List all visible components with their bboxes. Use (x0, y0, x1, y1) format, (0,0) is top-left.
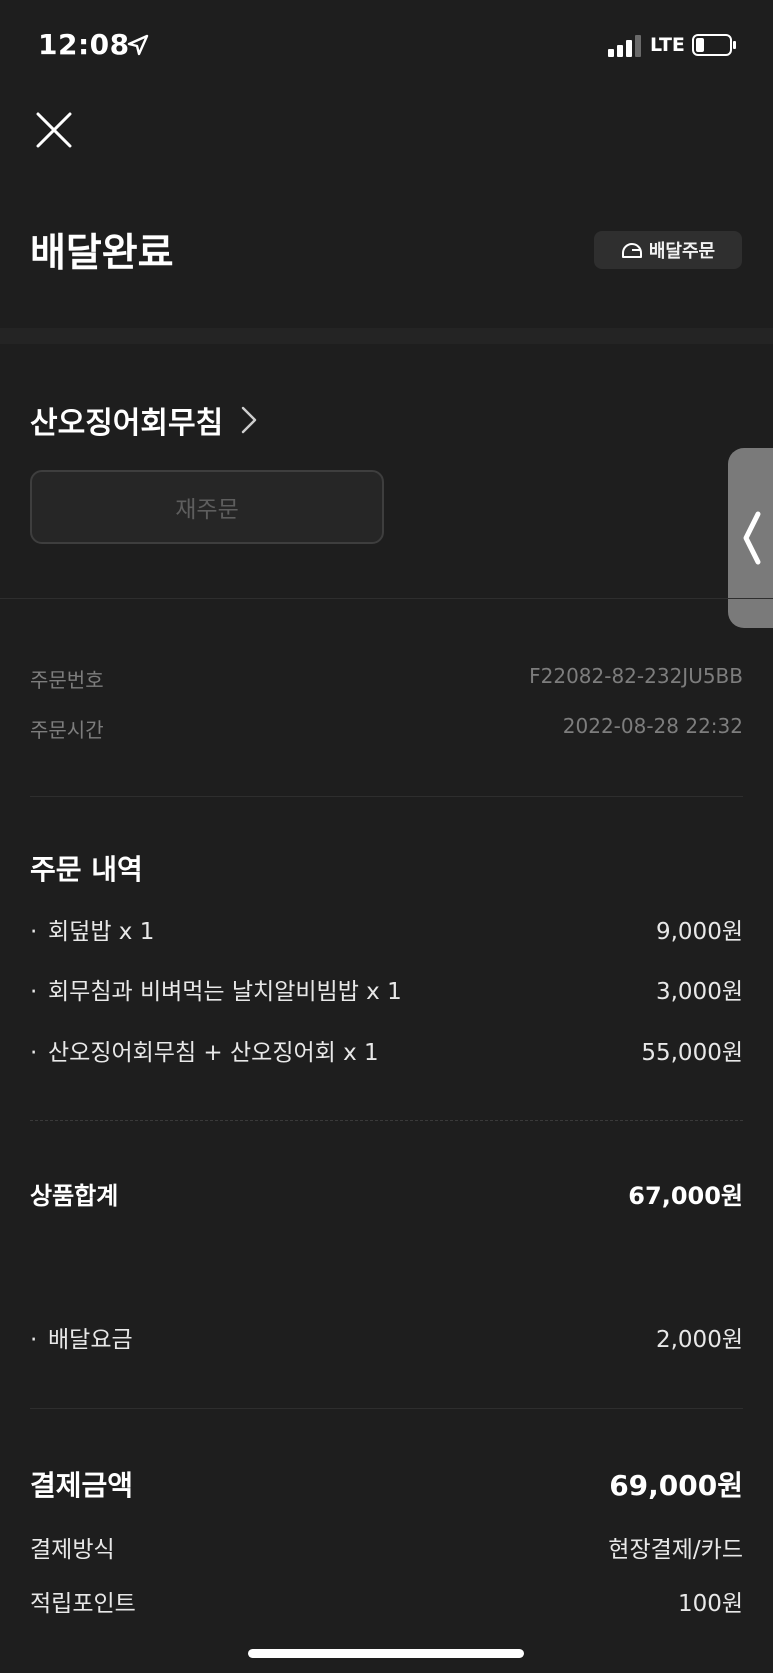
delivery-fee-row: · 배달요금 2,000원 (30, 1320, 743, 1354)
battery-icon (692, 34, 736, 56)
divider (30, 1408, 743, 1409)
points-label: 적립포인트 (30, 1591, 136, 1617)
payment-method-row: 결제방식 현장결제/카드 (30, 1530, 743, 1564)
bullet: · (30, 919, 38, 945)
item-price: 55,000원 (641, 1040, 743, 1066)
item-price: 9,000원 (655, 919, 743, 945)
home-indicator[interactable] (248, 1649, 524, 1658)
item-name: 회덮밥 x 1 (48, 919, 155, 945)
payment-method-value: 현장결제/카드 (608, 1537, 743, 1563)
subtotal-value: 67,000원 (628, 1182, 743, 1210)
network-type: LTE (650, 34, 685, 56)
item-name: 회무침과 비벼먹는 날치알비빔밥 x 1 (48, 979, 402, 1005)
helmet-icon (621, 243, 642, 258)
bullet: · (30, 1327, 38, 1353)
dashed-divider (30, 1120, 743, 1121)
order-number-value: F22082-82-232JU5BB (529, 664, 743, 688)
list-item: · 산오징어회무침 + 산오징어회 x 1 55,000원 (30, 1033, 743, 1067)
subtotal-label: 상품합계 (30, 1182, 119, 1210)
payment-method-label: 결제방식 (30, 1537, 115, 1563)
page-title: 배달완료 (30, 231, 174, 276)
status-time: 12:08 (38, 28, 130, 61)
list-item: · 회덮밥 x 1 9,000원 (30, 912, 743, 946)
divider (30, 796, 743, 797)
location-arrow-icon (127, 34, 149, 56)
close-icon[interactable] (34, 110, 74, 150)
list-item: · 회무침과 비벼먹는 날치알비빔밥 x 1 3,000원 (30, 972, 743, 1006)
payment-total-value: 69,000원 (609, 1469, 743, 1502)
delivery-fee-label: 배달요금 (48, 1327, 133, 1353)
item-name: 산오징어회무침 + 산오징어회 x 1 (48, 1040, 379, 1066)
chevron-left-icon (743, 511, 761, 565)
status-bar: 12:08 LTE (0, 0, 773, 95)
store-link[interactable]: 산오징어회무침 (30, 398, 257, 442)
payment-total-row: 결제금액 69,000원 (30, 1464, 743, 1504)
side-panel-handle[interactable] (728, 448, 773, 628)
order-time-label: 주문시간 (30, 718, 104, 742)
reorder-button[interactable]: 재주문 (30, 470, 384, 544)
delivery-fee-value: 2,000원 (655, 1327, 743, 1353)
points-row: 적립포인트 100원 (30, 1584, 743, 1618)
order-details-title: 주문 내역 (30, 853, 143, 886)
delivery-badge-label: 배달주문 (648, 241, 716, 262)
signal-icon (608, 35, 641, 57)
points-value: 100원 (677, 1591, 743, 1617)
payment-total-label: 결제금액 (30, 1469, 134, 1502)
bullet: · (30, 1040, 38, 1066)
order-time-value: 2022-08-28 22:32 (562, 714, 743, 738)
order-number-label: 주문번호 (30, 668, 104, 692)
section-divider (0, 328, 773, 344)
chevron-right-icon (242, 406, 257, 434)
subtotal-row: 상품합계 67,000원 (30, 1176, 743, 1211)
item-price: 3,000원 (655, 979, 743, 1005)
store-name: 산오징어회무침 (30, 406, 224, 441)
bullet: · (30, 979, 38, 1005)
delivery-order-badge[interactable]: 배달주문 (594, 231, 742, 269)
divider (0, 598, 773, 599)
